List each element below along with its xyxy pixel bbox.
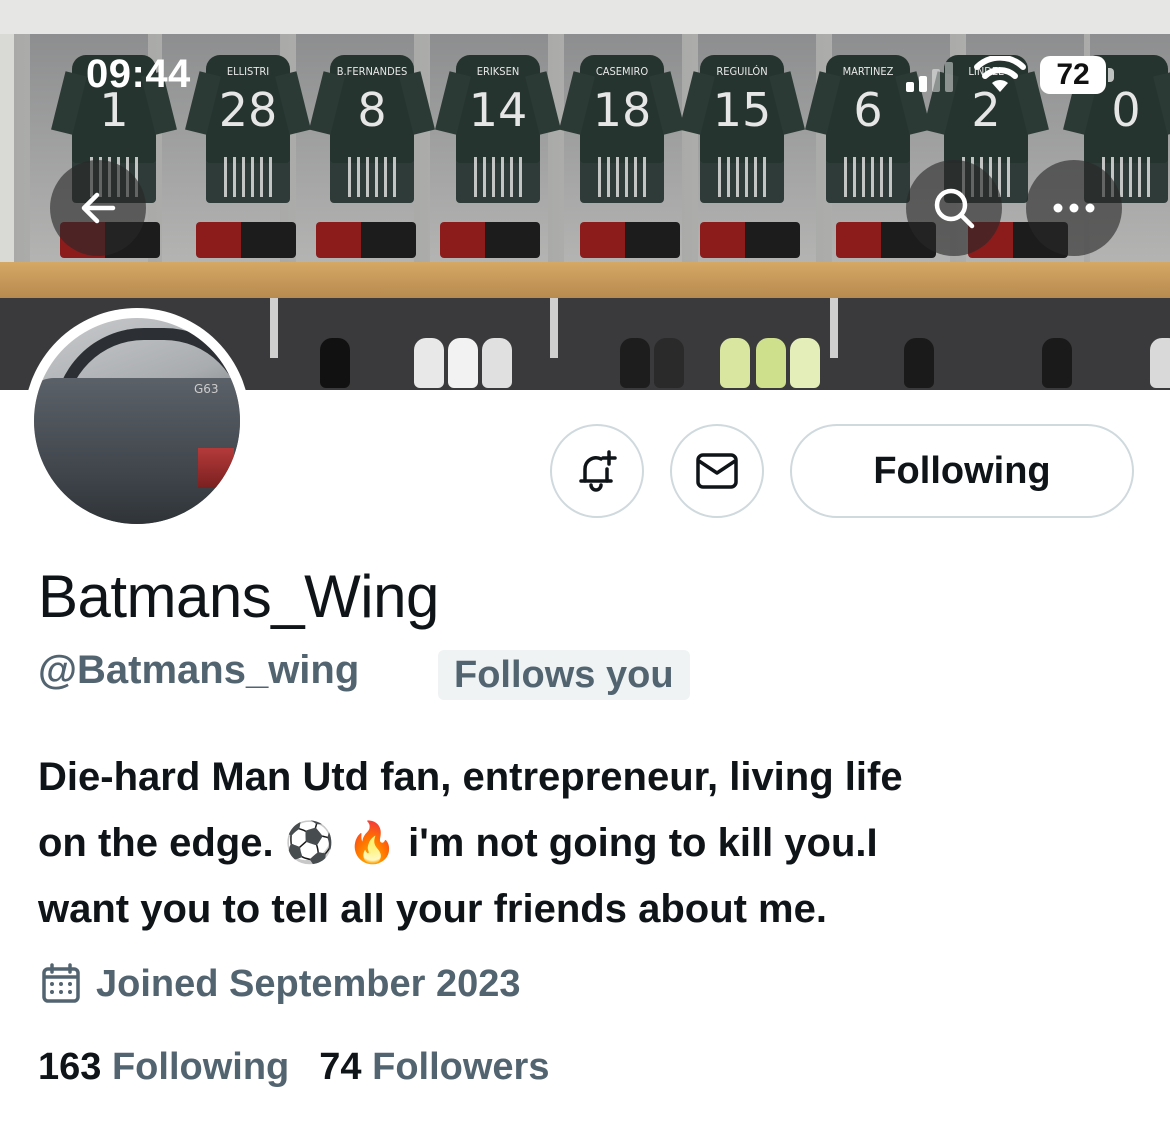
kit-bundle [196,222,296,258]
shirt: B.FERNANDES 8 [330,55,414,203]
shirt-stripes [598,157,646,197]
bio-text: on the edge. [38,821,274,865]
calendar-icon [42,963,80,1003]
back-button[interactable] [50,160,146,256]
bell-plus-icon [579,450,617,492]
shirt-number: 15 [712,83,772,137]
shoe [756,338,786,388]
message-button[interactable] [670,424,764,518]
shirt-name: B.FERNANDES [336,65,408,78]
shirt: ELLISTRI 28 [206,55,290,203]
shirt-stripes [718,157,766,197]
kit-bundle [316,222,416,258]
arrow-left-icon [81,192,116,224]
shirt-number: 8 [357,83,387,137]
shirt-stripes [844,157,892,197]
followers-label: Followers [372,1046,550,1088]
display-name: Batmans_Wing [38,563,439,630]
bio-line: Die-hard Man Utd fan, entrepreneur, livi… [38,755,903,799]
shoe [448,338,478,388]
notifications-button[interactable] [550,424,644,518]
shirt-stripes [348,157,396,197]
joined-text: Joined September 2023 [96,962,521,1005]
shoe [720,338,750,388]
follows-you-badge: Follows you [438,650,690,700]
status-time: 09:44 [86,52,191,96]
wifi-icon [974,56,1026,92]
shoe [654,338,684,388]
shirt-name: MARTINEZ [842,65,894,78]
bench-leg [270,298,278,358]
followers-stat[interactable]: 74 Followers [319,1046,549,1089]
bio-text: i'm not going to kill you.I [408,821,878,865]
shirt-stripes [474,157,522,197]
shirt-number: 6 [853,83,883,137]
shirt-number: 18 [592,83,652,137]
battery-level: 72 [1040,56,1106,94]
search-button[interactable] [906,160,1002,256]
shirt-stripes [224,157,272,197]
shirt: ERIKSEN 14 [456,55,540,203]
shoe [620,338,650,388]
kit-bundle [440,222,540,258]
cellular-signal-icon [906,62,953,92]
following-label: Following [111,1046,290,1088]
kit-bundle [700,222,800,258]
battery-tip [1108,68,1114,82]
shirt-name: ERIKSEN [476,65,520,78]
shoe [320,338,350,388]
search-icon [934,188,975,229]
mail-icon [696,453,738,489]
user-handle: @Batmans_wing [38,648,360,692]
bench-leg [830,298,838,358]
profile-stats: 163 Following 74 Followers [38,1046,549,1089]
more-button[interactable] [1026,160,1122,256]
shirt: MARTINEZ 6 [826,55,910,203]
more-icon [1053,203,1095,213]
following-count: 163 [38,1046,102,1088]
shoe [482,338,512,388]
following-button[interactable]: Following [790,424,1134,518]
kit-bundle [580,222,680,258]
followers-count: 74 [319,1046,362,1088]
avatar-car-badge: G63 [194,382,219,396]
shirt-name: ELLISTRI [226,65,270,78]
shirt: REGUILÓN 15 [700,55,784,203]
profile-bio: Die-hard Man Utd fan, entrepreneur, livi… [38,744,1138,942]
avatar-image: G63 [34,318,240,524]
shoe [1150,338,1170,388]
shirt-number: 28 [218,83,278,137]
bench [0,262,1170,298]
shirt-name: REGUILÓN [716,65,768,78]
shirt-name: CASEMIRO [595,65,649,78]
avatar-car-light [198,448,234,488]
bio-line: on the edge. ⚽ 🔥 i'm not going to kill y… [38,810,1138,876]
shoe [414,338,444,388]
shirt: CASEMIRO 18 [580,55,664,203]
bench-leg [550,298,558,358]
joined-date: Joined September 2023 [40,960,521,1008]
banner-top [0,0,1170,34]
shirt-number: 14 [468,83,528,137]
following-stat[interactable]: 163 Following [38,1046,289,1089]
profile-avatar[interactable]: G63 [24,308,250,534]
bio-line: want you to tell all your friends about … [38,887,827,931]
battery-indicator: 72 [1040,56,1114,94]
bio-emoji: ⚽ 🔥 [284,820,398,866]
shoe [1042,338,1072,388]
shoe [790,338,820,388]
shoe [904,338,934,388]
